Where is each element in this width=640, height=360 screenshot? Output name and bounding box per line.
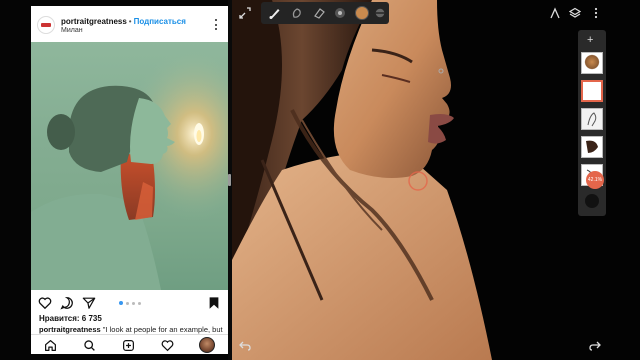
undo-icon[interactable]	[238, 340, 252, 352]
portrait-photo-illustration	[31, 42, 228, 290]
share-icon[interactable]	[82, 296, 96, 310]
drawing-toolbar	[261, 2, 389, 24]
caption-text: "I look at people for an example, but	[102, 325, 223, 334]
post-location[interactable]: Милан	[61, 27, 83, 34]
more-options-icon[interactable]	[215, 19, 218, 30]
post-photo[interactable]	[31, 42, 228, 290]
separator-dot: •	[128, 17, 132, 26]
search-icon[interactable]	[83, 339, 96, 352]
layers-panel: + 42.1%	[578, 30, 606, 216]
heart-icon[interactable]	[38, 296, 52, 310]
caption-username[interactable]: portraitgreatness	[39, 325, 101, 334]
redo-icon[interactable]	[588, 340, 602, 352]
layer-thumbnail-selected[interactable]	[581, 80, 603, 102]
layer-opacity-badge[interactable]: 42.1%	[586, 171, 604, 189]
screen: portraitgreatness • Подписаться Милан Нр…	[0, 0, 640, 360]
layer-blend-dot[interactable]	[585, 194, 599, 208]
smudge-icon[interactable]	[290, 6, 304, 20]
add-post-icon[interactable]	[122, 339, 135, 352]
ruler-icon[interactable]	[549, 7, 561, 19]
collapse-view-icon[interactable]	[238, 6, 252, 20]
account-avatar[interactable]	[37, 16, 55, 34]
drawing-app: + 42.1%	[232, 0, 640, 360]
add-layer-icon[interactable]: +	[587, 34, 593, 46]
layer-hair-preview	[586, 140, 598, 153]
color-swatch[interactable]	[355, 6, 369, 20]
layer-thumbnail[interactable]	[581, 108, 603, 130]
brush-icon[interactable]	[268, 6, 282, 20]
profile-avatar[interactable]	[199, 337, 215, 353]
brush-size-icon[interactable]	[333, 6, 347, 20]
bottom-navigation	[31, 334, 228, 354]
username-link[interactable]: portraitgreatness	[61, 17, 127, 26]
eraser-icon[interactable]	[312, 6, 326, 20]
layers-icon[interactable]	[569, 7, 581, 19]
instagram-post: portraitgreatness • Подписаться Милан Нр…	[31, 6, 228, 354]
post-actions	[31, 290, 228, 314]
bookmark-icon[interactable]	[207, 296, 221, 310]
post-caption: portraitgreatness "I look at people for …	[39, 325, 224, 334]
more-icon[interactable]	[590, 7, 602, 19]
post-user-line: portraitgreatness • Подписаться	[61, 17, 186, 26]
follow-button[interactable]: Подписаться	[134, 17, 186, 26]
layer-thumbnail[interactable]	[581, 136, 603, 158]
layer-thumbnail[interactable]	[581, 52, 603, 74]
activity-heart-icon[interactable]	[161, 339, 174, 352]
layer-sketch-preview	[587, 112, 597, 127]
comment-icon[interactable]	[60, 296, 74, 310]
opacity-icon[interactable]	[375, 8, 385, 18]
carousel-indicator	[119, 301, 141, 305]
post-header: portraitgreatness • Подписаться Милан	[31, 6, 228, 42]
likes-count[interactable]: Нравится: 6 735	[39, 314, 102, 323]
home-icon[interactable]	[44, 339, 57, 352]
